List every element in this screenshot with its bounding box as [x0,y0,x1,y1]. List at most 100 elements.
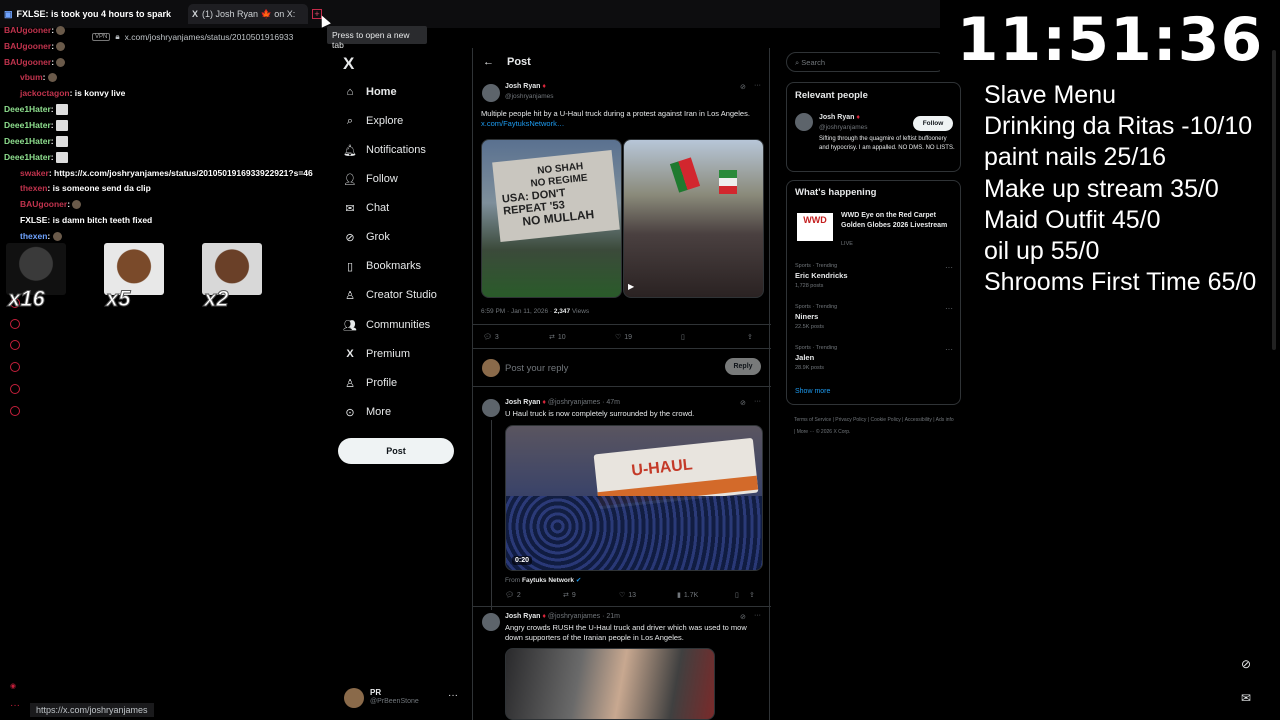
post-author[interactable]: Josh Ryan ♦ @joshryanjames · 21m [505,613,620,620]
menu-item: Maid Outfit 45/0 [984,205,1161,234]
views-action[interactable]: ▮ 1.7K [677,591,735,600]
emote-icon [47,73,57,83]
share-action[interactable]: ⇪ [747,333,753,341]
chat-message: BAUgooner: [20,199,82,210]
featured-event[interactable]: WWD WWD Eye on the Red Carpet Golden Glo… [795,211,955,251]
nav-more[interactable]: ⊙ More [344,406,391,419]
post-button[interactable]: Post [338,438,454,464]
x-logo-icon[interactable]: X [343,54,354,74]
repost-action[interactable]: ⇄ 9 [563,591,619,600]
strip-app-icon[interactable] [10,384,20,394]
strip-settings-icon[interactable] [10,406,20,416]
panel-title: What's happening [795,187,877,198]
share-icon: ⇪ [747,334,753,341]
maple-leaf-icon: ♦ [542,613,546,620]
account-name: PR [370,688,382,697]
more-dots-icon[interactable]: ··· [754,398,761,405]
reply-button[interactable]: Reply [725,358,761,375]
strip-app-icon[interactable] [10,340,20,350]
grok-icon[interactable]: ⊘ [1238,656,1254,672]
post-text: Angry crowds RUSH the U-Haul truck and d… [505,623,747,642]
like-action[interactable]: ♡ 13 [619,591,677,600]
avatar[interactable] [482,613,500,631]
emote-icon [56,42,66,52]
avatar[interactable] [795,113,813,131]
post-text: U Haul truck is now completely surrounde… [505,409,695,418]
nav-chat[interactable]: ✉ Chat [344,202,389,215]
verified-badge-icon: ✔ [575,577,582,584]
repost-action[interactable]: ⇄ 10 [549,333,615,342]
page-title: Post [507,56,531,68]
more-dots-icon[interactable]: ··· [754,612,761,619]
chat-message: Deee1Hater: [4,104,68,116]
post-author[interactable]: Josh Ryan ♦ [505,83,546,90]
avatar[interactable] [482,399,500,417]
post-image-sign[interactable]: NO SHAH NO REGIME USA: DON'T REPEAT '53 … [481,139,622,298]
person-name[interactable]: Josh Ryan ♦ [819,114,860,121]
search-icon: ⌕ [346,114,354,127]
follow-button[interactable]: Follow [913,116,953,131]
crowd-graphic [506,496,762,570]
reply-action[interactable]: 💬︎ 2 [505,591,563,600]
post-author[interactable]: Josh Ryan ♦ @joshryanjames · 47m [505,399,620,406]
emote-icon [56,120,68,132]
more-dots-icon[interactable]: ··· [945,345,953,354]
nav-notifications[interactable]: 🔔︎ Notifications [343,144,426,157]
repost-icon: ⇄ [563,592,569,599]
share-icon: ⇪ [749,592,755,599]
featured-title: WWD Eye on the Red Carpet Golden Globes … [841,212,948,229]
grok-icon[interactable]: ⊘ [740,83,746,91]
person-handle[interactable]: @joshryanjames [819,124,868,131]
nav-explore[interactable]: ⌕ Explore [344,114,403,128]
nav-bookmarks[interactable]: ▯ Bookmarks [344,260,421,273]
nav-communities[interactable]: 👥︎ Communities [343,319,430,332]
more-dots-icon[interactable]: ··· [945,304,953,313]
back-arrow-icon[interactable]: ← [483,56,494,68]
strip-app-icon[interactable] [10,362,20,372]
chat-message: vbum: [20,72,57,83]
post-handle[interactable]: @joshryanjames [505,93,554,100]
nav-premium[interactable]: X Premium [344,348,410,360]
grok-icon[interactable]: ⊘ [740,399,746,407]
bookmark-action[interactable]: ▯ [681,333,747,341]
more-dots-icon[interactable]: ··· [945,263,953,272]
footer-links[interactable]: Terms of Service | Privacy Policy | Cook… [794,414,954,438]
nav-profile[interactable]: ♙ Profile [344,377,397,390]
stream-menu: Slave Menu Drinking da Ritas -10/10 pain… [984,80,1280,298]
views-icon: ▮ [677,592,681,599]
show-more-link[interactable]: Show more [795,388,830,395]
people-icon: 👥︎ [343,319,357,332]
more-dots-icon[interactable]: ··· [754,82,761,89]
scrollbar[interactable] [1272,50,1276,350]
nav-follow[interactable]: 👤︎ Follow [343,173,398,186]
divider [473,386,771,387]
bookmark-icon: ▯ [681,334,685,341]
more-dots-icon[interactable]: ··· [10,700,20,711]
emote-counter: x16 [6,243,68,313]
stream-chat-overlay: BAUgooner: BAUgooner: BAUgooner: vbum: j… [0,0,330,250]
share-action[interactable]: ⇪ [749,591,755,599]
nav-creator-studio[interactable]: ♙ Creator Studio [344,289,437,302]
avatar[interactable] [482,84,500,102]
media-source[interactable]: From Faytuks Network ✔ [505,576,581,584]
account-switcher[interactable]: PR @PrBeenStone ··· [344,686,462,710]
nav-grok[interactable]: ⊘ Grok [344,231,389,244]
like-action[interactable]: ♡ 19 [615,333,681,342]
bookmark-action[interactable]: ▯ [735,591,749,599]
reply-icon: 💬︎ [483,334,492,341]
post-video-rush[interactable] [505,648,715,720]
search-input[interactable]: ⌕ Search [786,52,946,72]
emote-icon [56,136,68,148]
search-icon: ⌕ [795,58,800,67]
strip-app-icon[interactable] [10,319,20,329]
grok-icon[interactable]: ⊘ [740,613,746,621]
post-actions: 💬︎ 3 ⇄ 10 ♡ 19 ▯ ⇪ [483,333,763,342]
mail-icon[interactable]: ✉ [1238,690,1254,706]
reply-input[interactable]: Post your reply [505,363,568,374]
reply-action[interactable]: 💬︎ 3 [483,333,549,342]
menu-item: oil up 55/0 [984,237,1100,266]
nav-home[interactable]: ⌂ Home [344,86,397,98]
post-video-truck[interactable]: U-HAUL 0:20 [505,425,763,571]
repost-icon: ⇄ [549,334,555,341]
post-video-crowd[interactable]: ▶ [623,139,764,298]
